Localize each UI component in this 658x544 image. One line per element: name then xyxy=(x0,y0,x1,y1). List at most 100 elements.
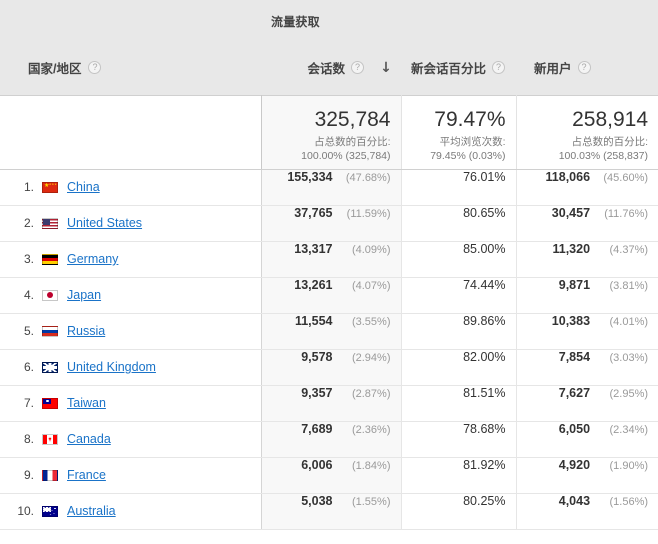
row-new-users-percent: (2.34%) xyxy=(609,423,649,436)
summary-new-session-pct-value: 79.47% xyxy=(434,107,506,131)
row-country-link[interactable]: Germany xyxy=(67,252,118,266)
row-new-users-cell: 30,457 (11.76%) xyxy=(516,205,658,242)
row-sessions-value: 37,765 xyxy=(294,205,333,220)
row-new-users-value: 7,854 xyxy=(558,349,591,364)
row-new-users-percent: (3.81%) xyxy=(609,279,649,292)
row-sessions-cell: 155,334 (47.68%) xyxy=(261,169,402,206)
row-country-link[interactable]: Japan xyxy=(67,288,101,302)
row-country-cell: 9. France xyxy=(0,457,262,494)
summary-sessions-value: 325,784 xyxy=(314,107,391,131)
row-new-users-cell: 6,050 (2.34%) xyxy=(516,421,658,458)
row-country-cell: 3. Germany xyxy=(0,241,262,278)
row-rank: 2. xyxy=(23,216,34,230)
row-rank: 6. xyxy=(23,360,34,374)
row-sessions-percent: (1.84%) xyxy=(351,459,391,472)
table-row: 8. Canada 7,689 (2.36%) 78.68% 6,050 (2.34%) xyxy=(0,421,658,458)
analytics-country-table: 流量获取 国家/地区 ? 会话数 ? ↓ 新会话百分比 ? 新用户 ? 325,… xyxy=(0,0,658,530)
summary-sessions-label: 占总数的百分比: xyxy=(314,135,391,148)
row-new-users-percent: (2.95%) xyxy=(609,387,649,400)
row-new-users-value: 7,627 xyxy=(558,385,591,400)
column-header-country[interactable]: 国家/地区 ? xyxy=(0,41,261,95)
summary-new-users-value: 258,914 xyxy=(572,107,649,131)
row-country-link[interactable]: United Kingdom xyxy=(67,360,156,374)
row-new-users-percent: (1.56%) xyxy=(609,495,649,508)
header-metrics-row: 国家/地区 ? 会话数 ? ↓ 新会话百分比 ? 新用户 ? xyxy=(0,41,658,95)
column-header-sessions-label: 会话数 xyxy=(307,62,345,77)
row-sessions-percent: (2.94%) xyxy=(351,351,391,364)
row-sessions-percent: (4.07%) xyxy=(351,279,391,292)
row-sessions-value: 5,038 xyxy=(301,493,333,508)
row-country-cell: 10. Australia xyxy=(0,493,262,530)
row-country-link[interactable]: Canada xyxy=(67,432,111,446)
column-header-new-users[interactable]: 新用户 ? xyxy=(516,41,658,95)
row-sessions-cell: 11,554 (3.55%) xyxy=(261,313,402,350)
row-new-users-percent: (1.90%) xyxy=(609,459,649,472)
row-rank: 5. xyxy=(23,324,34,338)
summary-new-users-cell: 258,914 占总数的百分比: 100.03% (258,837) xyxy=(516,94,658,170)
summary-new-session-pct-sub: 79.45% (0.03%) xyxy=(430,149,506,162)
row-sessions-cell: 6,006 (1.84%) xyxy=(261,457,402,494)
help-question-icon[interactable]: ? xyxy=(492,61,506,75)
arrow-down-icon[interactable]: ↓ xyxy=(379,61,393,75)
row-rank: 10. xyxy=(17,504,34,518)
row-new-users-percent: (45.60%) xyxy=(603,171,649,184)
row-country-link[interactable]: Russia xyxy=(67,324,105,338)
row-country-link[interactable]: France xyxy=(67,468,106,482)
column-header-country-label: 国家/地区 xyxy=(28,62,82,77)
column-header-new-session-pct[interactable]: 新会话百分比 ? xyxy=(401,41,516,95)
row-new-users-percent: (4.01%) xyxy=(609,315,649,328)
row-country-link[interactable]: Taiwan xyxy=(67,396,106,410)
row-country-link[interactable]: United States xyxy=(67,216,142,230)
table-body: 325,784 占总数的百分比: 100.00% (325,784) 79.47… xyxy=(0,94,658,530)
row-new-users-value: 4,920 xyxy=(558,457,591,472)
flag-germany-icon xyxy=(42,253,58,265)
summary-new-session-pct-cell: 79.47% 平均浏览次数: 79.45% (0.03%) xyxy=(401,94,517,170)
row-sessions-percent: (2.87%) xyxy=(351,387,391,400)
row-country-cell: 5. Russia xyxy=(0,313,262,350)
row-new-users-value: 11,320 xyxy=(552,241,591,256)
column-header-new-users-label: 新用户 xyxy=(534,62,572,77)
row-rank: 4. xyxy=(23,288,34,302)
row-new-users-value: 10,383 xyxy=(551,313,591,328)
row-new-session-pct-cell: 81.51% xyxy=(401,385,517,422)
acquisition-group-label: 流量获取 xyxy=(271,15,320,29)
row-sessions-value: 7,689 xyxy=(301,421,333,436)
row-country-link[interactable]: China xyxy=(67,180,100,194)
row-new-session-pct-cell: 82.00% xyxy=(401,349,517,386)
row-sessions-value: 6,006 xyxy=(301,457,333,472)
flag-japan-icon xyxy=(42,289,58,301)
row-sessions-value: 13,261 xyxy=(294,277,333,292)
row-country-cell: 8. Canada xyxy=(0,421,262,458)
row-sessions-percent: (11.59%) xyxy=(346,207,391,220)
row-new-users-cell: 118,066 (45.60%) xyxy=(516,169,658,206)
row-country-cell: 6. United Kingdom xyxy=(0,349,262,386)
row-sessions-percent: (1.55%) xyxy=(351,495,391,508)
help-question-icon[interactable]: ? xyxy=(88,61,102,75)
help-question-icon[interactable]: ? xyxy=(577,61,591,75)
row-country-cell: 7. Taiwan xyxy=(0,385,262,422)
row-new-session-pct-value: 81.51% xyxy=(463,385,506,400)
row-new-session-pct-cell: 85.00% xyxy=(401,241,517,278)
row-sessions-value: 11,554 xyxy=(294,313,333,328)
table-row: 4. Japan 13,261 (4.07%) 74.44% 9,871 (3.81%) xyxy=(0,277,658,314)
flag-russia-icon xyxy=(42,325,58,337)
row-sessions-percent: (47.68%) xyxy=(345,171,391,184)
table-row: 9. France 6,006 (1.84%) 81.92% 4,920 (1.90%) xyxy=(0,457,658,494)
row-sessions-value: 9,578 xyxy=(301,349,333,364)
help-question-icon[interactable]: ? xyxy=(351,61,364,75)
column-header-sessions[interactable]: 会话数 ? ↓ xyxy=(261,41,401,95)
table-row: 1. China 155,334 (47.68%) 76.01% 118,066 (45.6… xyxy=(0,169,658,206)
row-new-session-pct-value: 85.00% xyxy=(463,241,506,256)
row-sessions-cell: 37,765 (11.59%) xyxy=(261,205,402,242)
row-new-users-value: 4,043 xyxy=(558,493,591,508)
column-header-new-session-pct-label: 新会话百分比 xyxy=(411,62,487,77)
row-sessions-cell: 5,038 (1.55%) xyxy=(261,493,402,530)
row-country-link[interactable]: Australia xyxy=(67,504,116,518)
table-row: 5. Russia 11,554 (3.55%) 89.86% 10,383 (4.01%) xyxy=(0,313,658,350)
summary-row: 325,784 占总数的百分比: 100.00% (325,784) 79.47… xyxy=(0,94,658,170)
table-row: 3. Germany 13,317 (4.09%) 85.00% 11,320 (4.37%… xyxy=(0,241,658,278)
flag-australia-icon xyxy=(42,505,58,517)
row-new-users-cell: 4,920 (1.90%) xyxy=(516,457,658,494)
flag-france-icon xyxy=(42,469,58,481)
table-row: 6. United Kingdom 9,578 (2.94%) 82.00% 7,854 (… xyxy=(0,349,658,386)
